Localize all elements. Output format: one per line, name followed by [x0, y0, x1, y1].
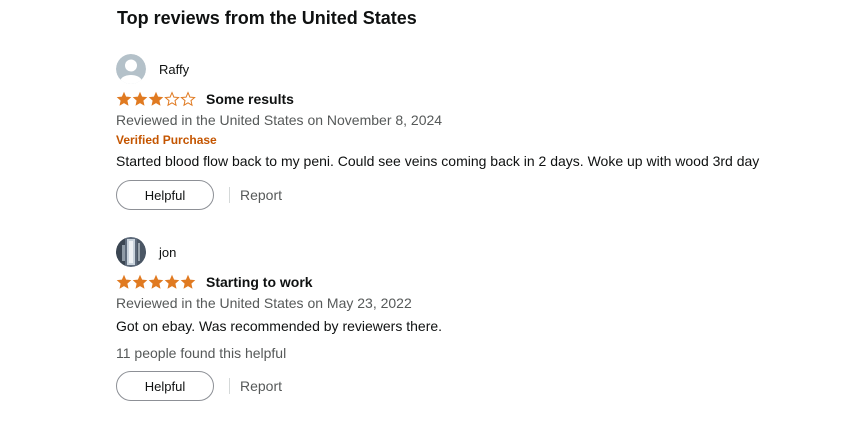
review-body: Started blood flow back to my peni. Coul… [116, 153, 760, 169]
report-link[interactable]: Report [240, 187, 282, 203]
report-link[interactable]: Report [240, 378, 282, 394]
reviewer-profile[interactable]: jon [116, 236, 836, 268]
review-title[interactable]: Some results [206, 91, 294, 107]
default-user-avatar-icon [116, 54, 146, 84]
reviewer-profile[interactable]: Raffy [116, 53, 836, 85]
divider [229, 378, 230, 394]
star-filled-icon [148, 274, 164, 289]
divider [229, 187, 230, 203]
review-body: Got on ebay. Was recommended by reviewer… [116, 318, 443, 334]
star-rating[interactable] [116, 274, 196, 290]
verified-purchase-badge[interactable]: Verified Purchase [116, 130, 836, 150]
helpful-button[interactable]: Helpful [116, 371, 214, 401]
helpful-count: 11 people found this helpful [116, 345, 287, 361]
star-filled-icon [116, 274, 132, 289]
star-empty-icon [164, 91, 180, 107]
star-filled-icon [132, 274, 148, 289]
star-filled-icon [148, 91, 164, 106]
star-filled-icon [132, 91, 148, 106]
review-title[interactable]: Starting to work [206, 274, 313, 290]
helpful-button[interactable]: Helpful [116, 180, 214, 210]
section-title: Top reviews from the United States [117, 8, 417, 28]
star-rating[interactable] [116, 91, 196, 107]
star-filled-icon [180, 274, 196, 289]
star-empty-icon [180, 91, 196, 107]
review-card: jon Starting to work Reviewed in the Uni… [116, 236, 836, 403]
reviewer-name[interactable]: jon [159, 245, 176, 260]
review-date: Reviewed in the United States on May 23,… [116, 295, 412, 311]
photo-avatar-icon [116, 237, 146, 267]
star-filled-icon [164, 274, 180, 289]
review-date: Reviewed in the United States on Novembe… [116, 112, 443, 128]
review-card: Raffy Some results Reviewed in the Unite… [116, 53, 836, 212]
reviewer-name[interactable]: Raffy [159, 62, 189, 77]
star-filled-icon [116, 91, 132, 106]
